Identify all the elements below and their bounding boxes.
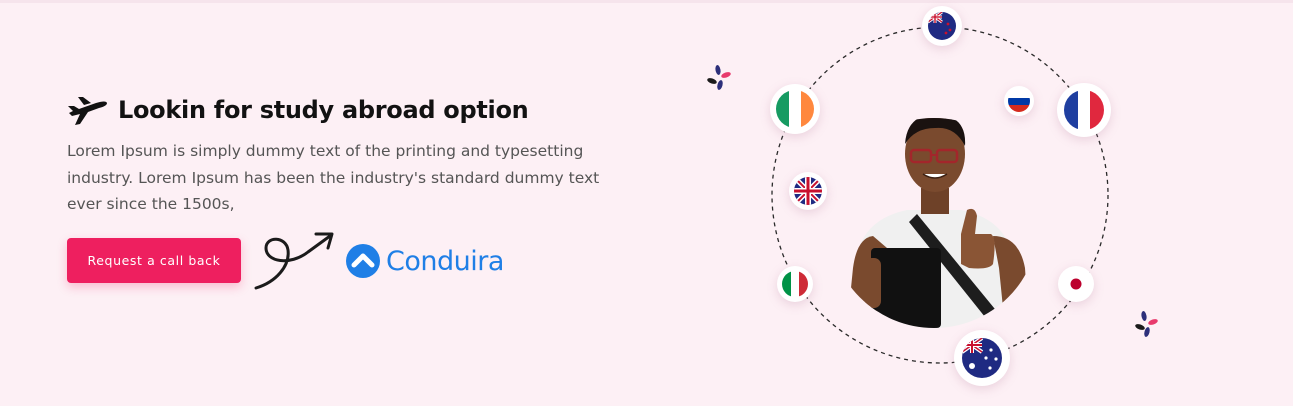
flag-new-zealand: [922, 6, 962, 46]
flag-italy: [777, 266, 813, 302]
request-call-back-button[interactable]: Request a call back: [67, 238, 241, 283]
flag-france: [1057, 83, 1111, 137]
flag-japan: [1058, 266, 1094, 302]
flag-ireland: [770, 84, 820, 134]
page-title: Lookin for study abroad option: [118, 96, 529, 124]
partner-logo[interactable]: Conduira: [346, 244, 504, 278]
hero-heading: Lookin for study abroad option: [66, 94, 529, 126]
sparkle-icon: [707, 65, 731, 90]
flag-australia: [954, 330, 1010, 386]
flag-russia: [1004, 86, 1034, 116]
student-photo: [829, 118, 1039, 328]
top-divider: [0, 0, 1293, 3]
loop-arrow-icon: [254, 232, 334, 290]
chevron-up-icon: [346, 244, 380, 278]
flag-united-kingdom: [789, 172, 827, 210]
airplane-icon: [68, 97, 107, 125]
hero-description: Lorem Ipsum is simply dummy text of the …: [67, 142, 600, 213]
partner-name: Conduira: [386, 245, 504, 277]
sparkle-icon: [1135, 311, 1158, 337]
